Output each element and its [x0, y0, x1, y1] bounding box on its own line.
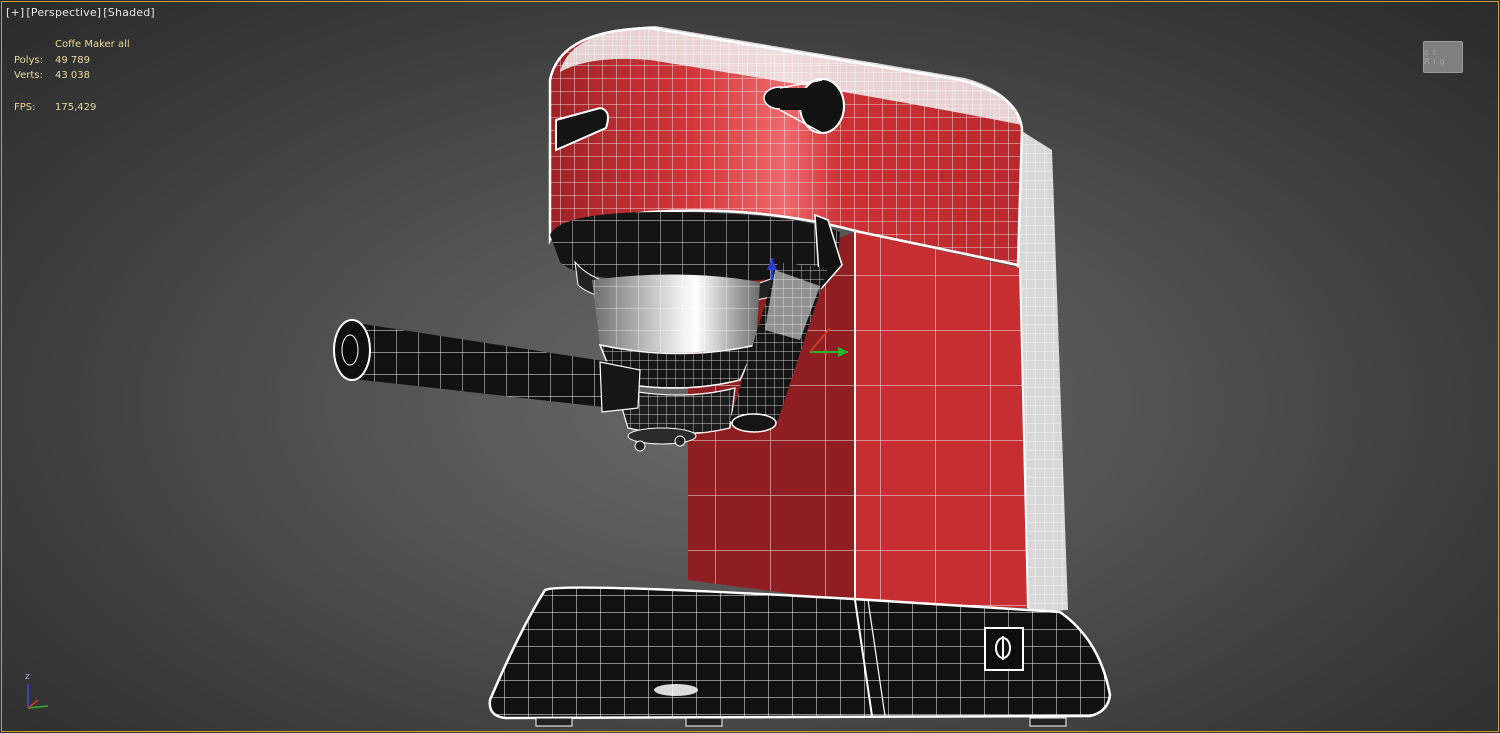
coffee-maker-model[interactable]	[0, 0, 1500, 733]
axis-z-label: z	[25, 672, 30, 682]
world-axis-tripod: z	[18, 672, 58, 718]
base-drip-tray	[488, 586, 1112, 727]
portafilter-handle	[333, 319, 641, 413]
perspective-viewport[interactable]: [+] [Perspective] [Shaded] Coffe Maker a…	[0, 0, 1500, 733]
